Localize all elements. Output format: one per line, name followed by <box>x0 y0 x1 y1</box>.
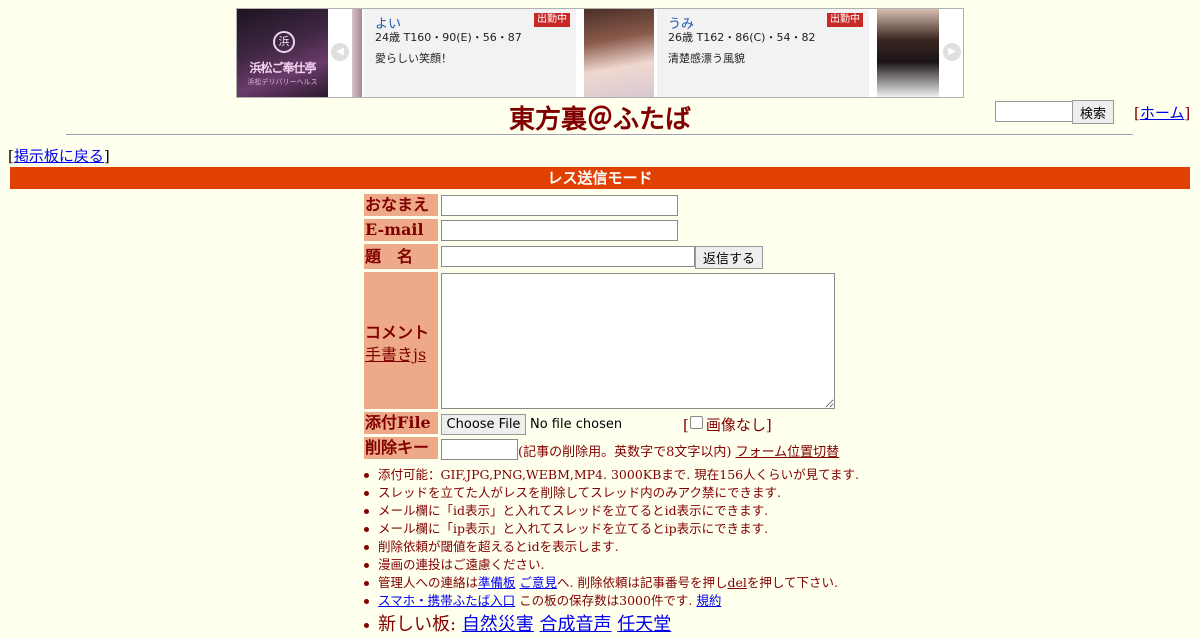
ad-next-arrow-icon[interactable]: ▶ <box>943 43 961 61</box>
ad-card[interactable]: よい 出勤中 24歳 T160・90(E)・56・87 愛らしい笑顔！ <box>364 9 576 97</box>
note-text: 管理人への連絡は <box>378 575 479 590</box>
ad-prev-arrow-icon[interactable]: ◀ <box>331 43 349 61</box>
comment-label: コメント <box>365 323 430 342</box>
submit-reply-button[interactable]: 返信する <box>695 246 763 269</box>
ad-shop-logo[interactable]: 浜 浜松ご奉仕亭 浜松デリバリーヘルス <box>237 9 328 97</box>
mobile-entrance-link[interactable]: スマホ・携帯ふたば入口 <box>378 593 515 608</box>
new-boards-label: 新しい板: <box>378 614 457 635</box>
rules-link[interactable]: 規約 <box>696 593 721 608</box>
del-keyword: del <box>727 575 747 590</box>
note-text: へ. 削除依頼は記事番号を押し <box>557 575 728 590</box>
note-item: スレッドを立てた人がレスを削除してスレッド内のみアク禁にできます. <box>364 484 859 502</box>
ad-card-desc: 清楚感漂う風貌 <box>668 52 745 65</box>
junbi-board-link[interactable]: 準備板 <box>478 575 516 590</box>
file-status-text: No file chosen <box>530 417 623 432</box>
ad-card[interactable]: うみ 出勤中 26歳 T162・86(C)・54・82 清楚感漂う風貌 <box>657 9 869 97</box>
opinion-link[interactable]: ご意見 <box>520 575 558 590</box>
home-link-wrapper: [ホーム] <box>1134 104 1191 122</box>
comment-label-cell: コメント 手書きjs <box>364 272 438 409</box>
note-item: 削除依頼が閾値を超えるとidを表示します. <box>364 538 859 556</box>
form-position-toggle-link[interactable]: フォーム位置切替 <box>736 445 840 460</box>
subject-label: 題 名 <box>364 244 438 269</box>
note-item-mobile: スマホ・携帯ふたば入口 この板の保存数は3000件です. 規約 <box>364 592 859 610</box>
home-link[interactable]: ホーム <box>1140 104 1185 122</box>
new-board-link[interactable]: 合成音声 <box>540 614 612 635</box>
new-board-link[interactable]: 自然災害 <box>462 614 534 635</box>
choose-file-button[interactable]: Choose File <box>441 414 526 435</box>
email-label: E-mail <box>364 219 438 241</box>
no-image-option: [画像なし] <box>683 416 772 434</box>
ad-card-status-badge: 出勤中 <box>827 13 863 27</box>
ad-banner[interactable]: 浜 浜松ご奉仕亭 浜松デリバリーヘルス ◀ よい 出勤中 24歳 T160・90… <box>236 8 964 98</box>
note-text: を押して下さい. <box>746 575 838 590</box>
delete-key-input[interactable] <box>441 439 518 460</box>
name-input[interactable] <box>441 195 678 216</box>
ad-photo-partial[interactable] <box>352 9 362 97</box>
delete-key-note-row: (記事の削除用。英数字で8文字以内) フォーム位置切替 <box>518 441 839 460</box>
file-label: 添付File <box>364 412 438 434</box>
name-label: おなまえ <box>364 194 438 216</box>
search-input[interactable] <box>995 101 1075 122</box>
ad-logo-text: 浜松ご奉仕亭 <box>249 61 316 75</box>
back-link-wrapper: [掲示板に戻る] <box>8 147 110 165</box>
comment-textarea[interactable] <box>441 273 835 409</box>
delete-key-label: 削除キー <box>364 437 438 459</box>
new-board-link[interactable]: 任天堂 <box>617 614 671 635</box>
subject-input[interactable] <box>441 246 695 267</box>
delete-key-note: (記事の削除用。英数字で8文字以内) <box>518 445 732 460</box>
no-image-checkbox[interactable] <box>689 416 703 429</box>
handwrite-link[interactable]: 手書きjs <box>365 341 426 365</box>
ad-photo[interactable] <box>877 9 939 97</box>
ad-card-stats: 26歳 T162・86(C)・54・82 <box>668 31 816 44</box>
reply-mode-bar: レス送信モード <box>10 167 1190 189</box>
back-to-board-link[interactable]: 掲示板に戻る <box>14 147 104 165</box>
note-item: メール欄に「ip表示」と入れてスレッドを立てるとip表示にできます. <box>364 520 859 538</box>
ad-card-status-badge: 出勤中 <box>534 13 570 27</box>
header-divider <box>66 134 1133 136</box>
no-image-label: 画像なし <box>705 416 766 434</box>
search-button[interactable]: 検索 <box>1072 100 1114 124</box>
ad-logo-subtext: 浜松デリバリーヘルス <box>247 78 318 86</box>
ad-photo[interactable] <box>584 9 654 97</box>
note-item: 添付可能：GIF,JPG,PNG,WEBM,MP4. 3000KBまで. 現在1… <box>364 467 859 482</box>
ad-logo-mark: 浜 <box>273 31 295 53</box>
ad-card-stats: 24歳 T160・90(E)・56・87 <box>375 31 522 44</box>
board-notes-list: 添付可能：GIF,JPG,PNG,WEBM,MP4. 3000KBまで. 現在1… <box>364 466 859 638</box>
note-item: 漫画の連投はご遠慮ください. <box>364 556 859 574</box>
note-text: この板の保存数は3000件です. <box>519 593 693 608</box>
ad-card-desc: 愛らしい笑顔！ <box>375 52 452 65</box>
email-input[interactable] <box>441 220 678 241</box>
note-item-contact: 管理人への連絡は準備板 ご意見へ. 削除依頼は記事番号を押しdelを押して下さい… <box>364 574 859 592</box>
note-item: メール欄に「id表示」と入れてスレッドを立てるとid表示にできます. <box>364 502 859 520</box>
note-item-new-boards: 新しい板: 自然災害 合成音声 任天堂 <box>364 612 859 638</box>
